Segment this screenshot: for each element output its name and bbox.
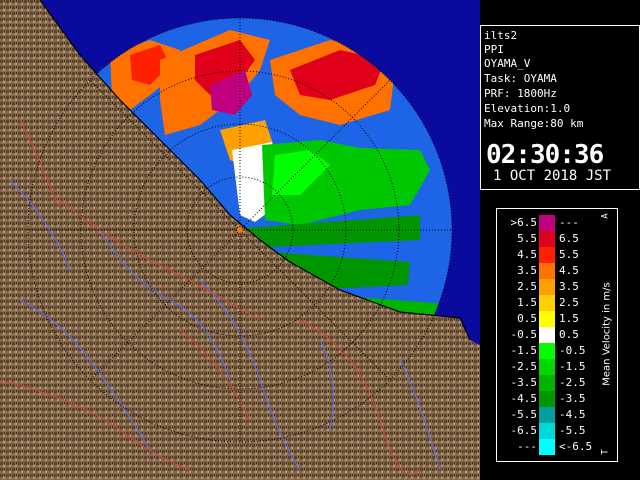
legend-low-label: 4.5: [517, 248, 537, 261]
legend-low-label: -5.5: [510, 408, 538, 421]
legend-high-label: -4.5: [559, 408, 586, 421]
legend-color-swatch: [539, 279, 555, 295]
legend-low-label: >6.5: [510, 216, 538, 229]
legend-row: -0.5 0.5: [497, 327, 601, 343]
legend-color-swatch: [539, 327, 555, 343]
legend-high-label: -2.5: [559, 376, 586, 389]
legend-high-label: ---: [559, 216, 579, 229]
info-line: Max Range:80 km: [484, 117, 584, 130]
info-line: OYAMA_V: [484, 57, 531, 70]
legend-high-label: 3.5: [559, 280, 579, 293]
info-line: PRF: 1800Hz: [484, 87, 557, 100]
legend-low-label: 1.5: [517, 296, 537, 309]
legend-row: 2.5 3.5: [497, 279, 601, 295]
legend-high-label: 6.5: [559, 232, 579, 245]
legend-high-label: 0.5: [559, 328, 579, 341]
legend-high-label: -1.5: [559, 360, 586, 373]
legend-low-label: 3.5: [517, 264, 537, 277]
legend-color-swatch: [539, 247, 555, 263]
legend-high-label: 5.5: [559, 248, 579, 261]
legend-color-swatch: [539, 231, 555, 247]
legend-high-label: <-6.5: [559, 440, 593, 453]
legend-low-label: -3.5: [510, 376, 538, 389]
info-line: ilts2: [484, 29, 518, 42]
legend-low-label: -4.5: [510, 392, 538, 405]
legend-color-swatch: [539, 311, 555, 327]
legend-high-label: 4.5: [559, 264, 579, 277]
legend-color-swatch: [539, 359, 555, 375]
legend-color-swatch: [539, 295, 555, 311]
legend-row: -3.5 -2.5: [497, 375, 601, 391]
legend-row: -4.5 -3.5: [497, 391, 601, 407]
legend-row: >6.5 ---: [497, 215, 601, 231]
legend-row: 5.5 6.5: [497, 231, 601, 247]
legend-color-swatch: [539, 375, 555, 391]
legend-row: 3.5 4.5: [497, 263, 601, 279]
velocity-legend: >6.5 --- 5.5 6.5 4.5 5.5 3.5 4.5 2.5 3.5 1.5 2.5 0.5…: [496, 208, 618, 462]
legend-row: --- <-6.5: [497, 439, 601, 455]
legend-color-swatch: [539, 215, 555, 231]
legend-color-swatch: [539, 439, 555, 455]
legend-color-swatch: [539, 263, 555, 279]
legend-high-label: -5.5: [559, 424, 586, 437]
legend-row: -1.5 -0.5: [497, 343, 601, 359]
legend-high-label: 2.5: [559, 296, 579, 309]
legend-color-swatch: [539, 343, 555, 359]
legend-low-label: -6.5: [510, 424, 538, 437]
legend-high-label: -3.5: [559, 392, 586, 405]
info-line: PPI: [484, 43, 504, 56]
legend-title: Mean Velocity in m/s: [601, 282, 613, 386]
legend-row: -2.5 -1.5: [497, 359, 601, 375]
legend-row: -6.5 -5.5: [497, 423, 601, 439]
legend-low-label: -2.5: [510, 360, 538, 373]
legend-low-label: 5.5: [517, 232, 537, 245]
legend-low-label: -0.5: [510, 328, 538, 341]
observation-time: 02:30:36: [486, 140, 604, 170]
radar-ppi-map: [0, 0, 480, 480]
info-line: Elevation:1.0: [484, 102, 571, 115]
legend-low-label: 2.5: [517, 280, 537, 293]
info-line: Task: OYAMA: [484, 72, 557, 85]
legend-row: 4.5 5.5: [497, 247, 601, 263]
legend-low-label: 0.5: [517, 312, 537, 325]
legend-low-label: ---: [517, 440, 537, 453]
radar-site-marker: [237, 227, 243, 233]
legend-row: -5.5 -4.5: [497, 407, 601, 423]
legend-corner-bottom: T: [600, 449, 611, 455]
legend-row: 0.5 1.5: [497, 311, 601, 327]
legend-corner-top: A: [600, 213, 611, 219]
legend-row: 1.5 2.5: [497, 295, 601, 311]
observation-date: 1 OCT 2018 JST: [493, 168, 612, 184]
info-panel: ilts2 PPI OYAMA_V Task: OYAMA PRF: 1800H…: [480, 25, 640, 190]
legend-title-container: Mean Velocity in m/s: [598, 249, 616, 419]
legend-color-swatch: [539, 391, 555, 407]
legend-low-label: -1.5: [510, 344, 538, 357]
legend-high-label: 1.5: [559, 312, 579, 325]
legend-color-swatch: [539, 407, 555, 423]
legend-color-swatch: [539, 423, 555, 439]
legend-high-label: -0.5: [559, 344, 586, 357]
